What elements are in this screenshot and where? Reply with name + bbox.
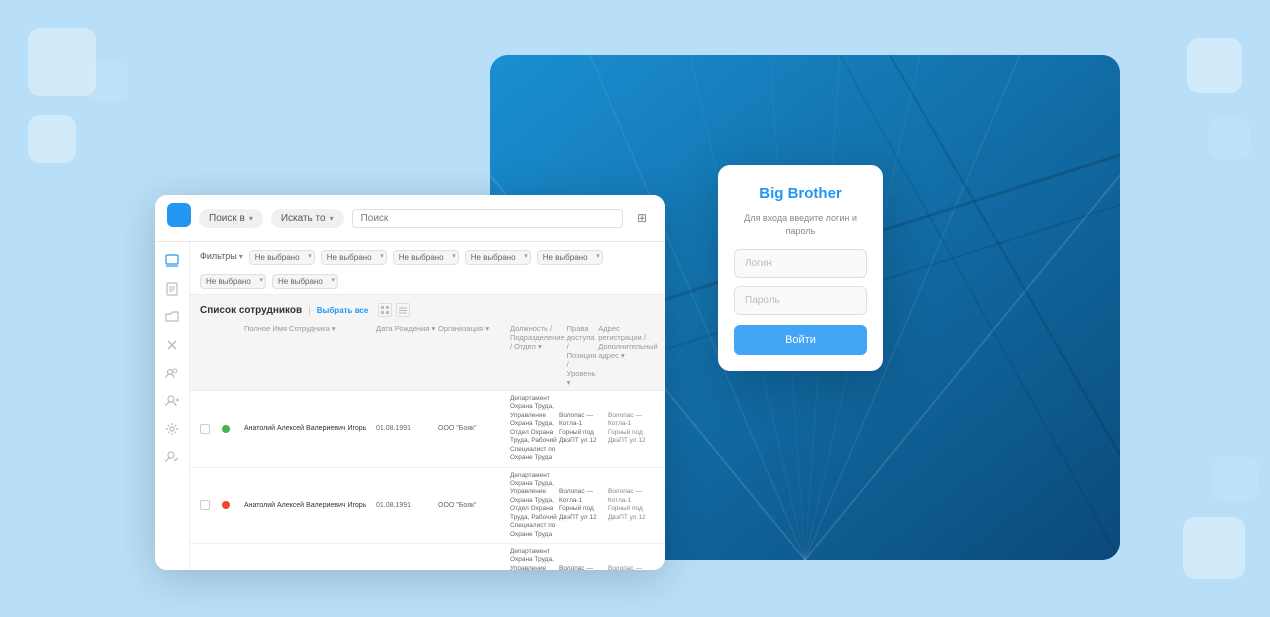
row-org: ООО "Бояк": [438, 425, 508, 432]
list-view-grid[interactable]: [378, 303, 392, 317]
password-input[interactable]: [734, 286, 867, 315]
row-access: Волопас — Котла-1 Горный под ДвэПТ ул 12: [559, 412, 606, 446]
filter-6-wrap: Не выбрано: [200, 271, 266, 289]
row-org: ООО "Бояк": [438, 502, 508, 509]
list-section-header: Список сотрудников | Выбрать все: [190, 295, 665, 321]
filter-5-wrap: Не выбрано: [537, 247, 603, 265]
filter-2[interactable]: Не выбрано: [321, 250, 387, 265]
table-header: Полное Имя Сотрудника ▾ Дата Рождения ▾ …: [190, 321, 665, 391]
grid-icon[interactable]: ⊞: [631, 207, 653, 229]
sidebar-item-folder[interactable]: [161, 306, 183, 328]
filters-bar: Фильтры ▾ Не выбрано Не выбрано: [190, 242, 665, 295]
login-button[interactable]: Войти: [734, 325, 867, 355]
col-check: [200, 324, 220, 387]
filter-3-wrap: Не выбрано: [393, 247, 459, 265]
col-docs[interactable]: Адрес регистрации / Дополнительный адрес…: [598, 324, 657, 387]
search-what-label: Искать то: [281, 213, 326, 224]
app-header: Поиск в ▾ Искать то ▾ ⊞: [155, 195, 665, 242]
sidebar-item-group[interactable]: [161, 362, 183, 384]
sidebar-item-add-person[interactable]: [161, 390, 183, 412]
sidebar-item-employees[interactable]: [161, 250, 183, 272]
search-what-arrow: ▾: [330, 214, 334, 223]
modal-title: Big Brother: [759, 185, 842, 202]
sidebar-item-settings[interactable]: [161, 418, 183, 440]
select-all-link[interactable]: Выбрать все: [317, 306, 369, 315]
table-row[interactable]: Анатолий Алексей Валериевич Игорь 01.08.…: [190, 468, 665, 545]
filter-1[interactable]: Не выбрано: [249, 250, 315, 265]
sidebar-item-documents[interactable]: [161, 278, 183, 300]
filter-2-wrap: Не выбрано: [321, 247, 387, 265]
row-dept: Департамент Охрана Труда, Управление Охр…: [510, 395, 557, 463]
list-title: Список сотрудников: [200, 305, 302, 316]
filter-3[interactable]: Не выбрано: [393, 250, 459, 265]
filter-6[interactable]: Не выбрано: [200, 274, 266, 289]
status-dot: [222, 501, 230, 509]
col-org[interactable]: Организация ▾: [438, 324, 508, 387]
app-window: Поиск в ▾ Искать то ▾ ⊞: [155, 195, 665, 570]
bg-square-7: [1212, 456, 1258, 502]
scene: Поиск в ▾ Искать то ▾ ⊞: [0, 0, 1270, 617]
row-checkbox[interactable]: [200, 424, 210, 434]
sidebar-item-verify[interactable]: [161, 446, 183, 468]
row-name: Анатолий Алексей Валериевич Игорь: [244, 501, 374, 510]
search-input[interactable]: [352, 209, 623, 228]
content-area: Фильтры ▾ Не выбрано Не выбрано: [190, 242, 665, 570]
row-date: 01.08.1991: [376, 502, 436, 509]
app-logo: [167, 203, 191, 227]
bg-square-3: [86, 60, 128, 102]
search-in-label: Поиск в: [209, 213, 245, 224]
sidebar: [155, 242, 190, 570]
filter-7[interactable]: Не выбрано: [272, 274, 338, 289]
bg-square-6: [1183, 517, 1245, 579]
row-name: Анатолий Алексей Валериевич Игорь: [244, 424, 374, 433]
row-docs: Волопас — Котла-1 Горный под ДвэПТ ул 12: [608, 412, 655, 446]
modal-subtitle: Для входа введите логин и пароль: [734, 212, 867, 237]
row-access: Волопас — Котла-1 Горный под ДвэПТ ул 12: [559, 488, 606, 522]
row-dept: Департамент Охрана Труда, Управление Охр…: [510, 472, 557, 540]
row-checkbox[interactable]: [200, 500, 210, 510]
col-status: [222, 324, 242, 387]
sidebar-item-tools[interactable]: [161, 334, 183, 356]
row-date: 01.08.1991: [376, 425, 436, 432]
table-row[interactable]: Анатолий Алексей Валериевич Игорь 01.08.…: [190, 391, 665, 468]
row-dept: Департамент Охрана Труда, Управление Охр…: [510, 548, 557, 570]
filter-1-wrap: Не выбрано: [249, 247, 315, 265]
row-docs: Волопас — Котла-1 Горный под ДвэПТ ул 12: [608, 488, 655, 522]
bg-square-2: [28, 115, 76, 163]
search-in-pill[interactable]: Поиск в ▾: [199, 209, 263, 228]
search-what-pill[interactable]: Искать то ▾: [271, 209, 344, 228]
col-access[interactable]: Права доступа / Позиция / Уровень ▾: [567, 324, 597, 387]
status-dot: [222, 425, 230, 433]
list-view-list[interactable]: [396, 303, 410, 317]
table-row[interactable]: Анатолий Алексей Валериевич Игорь 01.08.…: [190, 544, 665, 570]
filters-toggle-arrow[interactable]: ▾: [239, 252, 243, 261]
filters-label: Фильтры ▾: [200, 251, 243, 261]
table-rows: Анатолий Алексей Валериевич Игорь 01.08.…: [190, 391, 665, 570]
filter-5[interactable]: Не выбрано: [537, 250, 603, 265]
row-access: Волопас — Котла-1 Горный под ДвэПТ ул 12: [559, 565, 606, 570]
col-dept[interactable]: Должность / Подразделение / Отдел ▾: [510, 324, 565, 387]
app-body: Фильтры ▾ Не выбрано Не выбрано: [155, 242, 665, 570]
bg-square-4: [1187, 38, 1242, 93]
filter-4[interactable]: Не выбрано: [465, 250, 531, 265]
col-date[interactable]: Дата Рождения ▾: [376, 324, 436, 387]
filter-7-wrap: Не выбрано: [272, 271, 338, 289]
login-input[interactable]: [734, 249, 867, 278]
row-docs: Волопас — Котла-1 Горный под ДвэПТ ул 12: [608, 565, 655, 570]
login-modal: Big Brother Для входа введите логин и па…: [718, 165, 883, 371]
col-name[interactable]: Полное Имя Сотрудника ▾: [244, 324, 374, 387]
search-in-arrow: ▾: [249, 214, 253, 223]
filter-4-wrap: Не выбрано: [465, 247, 531, 265]
bg-square-5: [1208, 118, 1250, 160]
